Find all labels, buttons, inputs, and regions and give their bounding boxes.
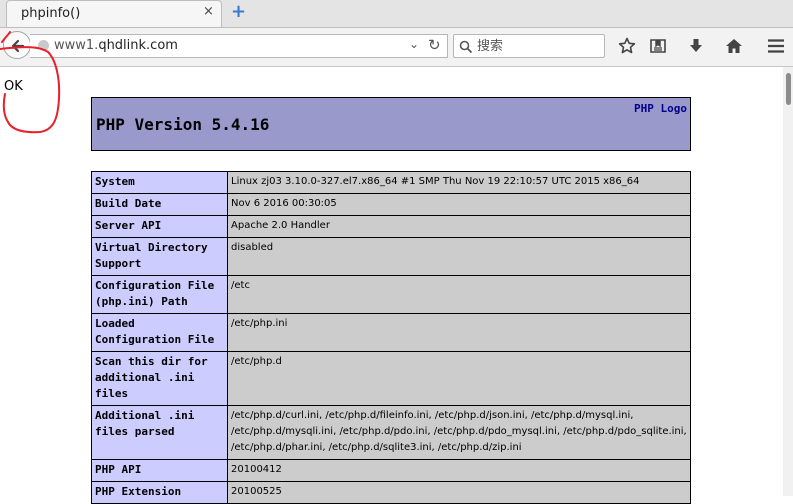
home-icon[interactable] (725, 37, 743, 55)
scrollbar-thumb[interactable] (786, 73, 791, 105)
table-row: Server API Apache 2.0 Handler (91, 215, 691, 238)
new-tab-icon[interactable]: + (231, 3, 246, 21)
table-row: System Linux zj03 3.10.0-327.el7.x86_64 … (91, 171, 691, 194)
row-value: disabled (227, 237, 691, 276)
row-value: Nov 6 2016 00:30:05 (227, 193, 691, 216)
row-key: Loaded Configuration File (91, 313, 228, 352)
php-logo-link[interactable]: PHP Logo (634, 102, 687, 115)
row-key: Build Date (91, 193, 228, 216)
tab-close-icon[interactable]: × (203, 4, 214, 19)
scrollbar[interactable] (783, 67, 793, 496)
ok-text: OK (4, 79, 23, 94)
row-value: Linux zj03 3.10.0-327.el7.x86_64 #1 SMP … (227, 171, 691, 194)
row-value: /etc (227, 275, 691, 314)
download-icon[interactable] (687, 37, 705, 55)
row-key: Scan this dir for additional .ini files (91, 351, 228, 406)
tab-strip: phpinfo() × + (0, 0, 793, 28)
table-row: Virtual Directory Support disabled (91, 237, 691, 276)
row-value: /etc/php.d (227, 351, 691, 406)
row-value: 20100412 (227, 459, 691, 482)
url-text[interactable]: www1.qhdlink.com (54, 38, 178, 53)
row-value: /etc/php.ini (227, 313, 691, 352)
row-key: Additional .ini files parsed (91, 405, 228, 460)
url-host: qhdlink.com (98, 38, 178, 53)
row-key: PHP Extension (91, 481, 228, 504)
table-row: Configuration File (php.ini) Path /etc (91, 275, 691, 314)
url-bar[interactable]: www1.qhdlink.com ⌄ ↻ (30, 34, 448, 58)
row-key: PHP API (91, 459, 228, 482)
reload-icon[interactable]: ↻ (428, 36, 441, 54)
table-row: PHP API 20100412 (91, 459, 691, 482)
page-title: PHP Version 5.4.16 (96, 115, 270, 134)
tab-phpinfo[interactable]: phpinfo() × (6, 0, 222, 27)
row-value: Apache 2.0 Handler (227, 215, 691, 238)
table-row: Additional .ini files parsed /etc/php.d/… (91, 405, 691, 460)
bookmark-star-icon[interactable] (618, 37, 636, 55)
search-input[interactable] (477, 37, 597, 55)
search-icon (459, 40, 473, 54)
php-version-header: PHP Version 5.4.16 PHP Logo (91, 97, 691, 151)
row-value: 20100525 (227, 481, 691, 504)
row-key: Virtual Directory Support (91, 237, 228, 276)
table-row: Loaded Configuration File /etc/php.ini (91, 313, 691, 352)
dropdown-icon[interactable]: ⌄ (409, 37, 419, 51)
php-info-table: System Linux zj03 3.10.0-327.el7.x86_64 … (91, 171, 691, 504)
row-key: Configuration File (php.ini) Path (91, 275, 228, 314)
row-value: /etc/php.d/curl.ini, /etc/php.d/fileinfo… (227, 405, 691, 460)
reading-list-icon[interactable] (649, 37, 667, 55)
tab-title: phpinfo() (21, 6, 81, 21)
navigation-bar: www1.qhdlink.com ⌄ ↻ (0, 28, 793, 67)
table-row: Scan this dir for additional .ini files … (91, 351, 691, 406)
menu-icon[interactable] (767, 37, 785, 55)
table-row: PHP Extension 20100525 (91, 481, 691, 504)
search-box[interactable] (453, 34, 605, 58)
row-key: System (91, 171, 228, 194)
row-key: Server API (91, 215, 228, 238)
table-row: Build Date Nov 6 2016 00:30:05 (91, 193, 691, 216)
